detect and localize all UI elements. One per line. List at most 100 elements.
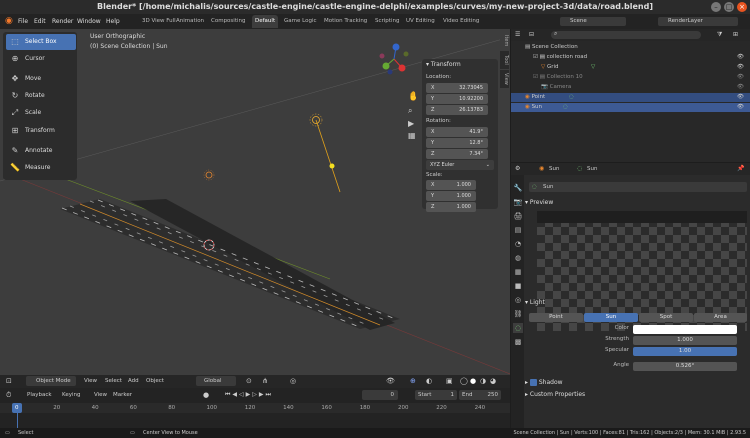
editor-type-icon[interactable]: ⊡ [6,377,12,385]
light-type-point[interactable]: Point [529,313,583,322]
tool-move[interactable]: ✥ Move [6,71,76,87]
light-type-area[interactable]: Area [694,313,747,322]
start-frame-field[interactable]: Start 1 [415,390,457,400]
visibility-icon[interactable]: 👁 [386,377,395,385]
tab-scripting[interactable]: Scripting [372,15,402,28]
tool-select-box[interactable]: ⬚ Select Box [6,34,76,50]
display-mode-icon[interactable]: ⊟ [529,31,534,38]
eye-icon[interactable]: 👁 [737,93,744,102]
object-tab-icon[interactable]: ■ [513,281,523,291]
eye-icon[interactable]: 👁 [737,103,744,112]
menu-object[interactable]: Object [146,378,164,384]
close-icon[interactable]: × [737,2,747,12]
scene-selector[interactable]: Scene [560,17,626,26]
strength-field[interactable]: 1.000 [633,336,737,345]
end-frame-field[interactable]: End 250 [459,390,501,400]
texture-tab-icon[interactable]: ▩ [513,337,523,347]
list-item[interactable]: ☑ ▤ collection road 👁 [511,53,750,62]
record-icon[interactable]: ● [203,391,209,399]
rotation-z-field[interactable]: Z 7.34° [426,149,488,159]
orientation-select[interactable]: Global [196,376,236,386]
tab-item[interactable]: Item [500,32,509,50]
checkbox-icon[interactable]: ☑ [533,74,540,80]
tool-cursor[interactable]: ⊕ Cursor [6,51,76,67]
physics-tab-icon[interactable]: ◎ [513,295,523,305]
transform-header[interactable]: ▾ Transform [426,61,461,68]
gizmo-toggle-icon[interactable]: ⊕ [410,377,416,385]
menu-marker[interactable]: Marker [113,392,132,398]
eye-icon[interactable]: 👁 [737,73,744,82]
menu-keying[interactable]: Keying [62,392,80,398]
tool-scale[interactable]: ⤢ Scale [6,105,76,121]
tab-default[interactable]: Default [252,15,279,28]
scale-y-field[interactable]: Y 1.000 [426,191,476,201]
view-layer-tab-icon[interactable]: ▤ [513,225,523,235]
eye-icon[interactable]: 👁 [737,53,744,62]
menu-file[interactable]: File [18,14,28,29]
preview-section-header[interactable]: ▾ Preview [525,197,747,208]
filter-icon[interactable]: ⧩ [717,31,722,39]
tab-video-editing[interactable]: Video Editing [440,15,482,28]
light-type-spot[interactable]: Spot [639,313,693,322]
tab-game-logic[interactable]: Game Logic [281,15,320,28]
gizmo-y-axis[interactable] [382,62,390,70]
scale-x-field[interactable]: X 1.000 [426,180,476,190]
outliner-editor-icon[interactable]: ☰ [515,31,520,38]
proportional-edit-icon[interactable]: ◎ [290,377,296,385]
camera-view-icon[interactable]: ▶ [408,119,415,128]
snap-icon[interactable]: ⋔ [262,377,268,385]
menu-edit[interactable]: Edit [34,14,46,29]
outliner-root[interactable]: ▤ Scene Collection [511,43,750,52]
tool-rotate[interactable]: ↻ Rotate [6,88,76,104]
world-tab-icon[interactable]: ◍ [513,253,523,263]
constraints-tab-icon[interactable]: ⛓ [513,309,523,319]
eye-icon[interactable]: 👁 [737,83,744,92]
location-z-field[interactable]: Z 26.13783 [426,105,488,115]
menu-window[interactable]: Window [77,14,101,29]
material-shading-icon[interactable]: ◑ [480,377,486,385]
color-swatch[interactable] [633,325,737,334]
point-light-icon[interactable] [203,169,215,181]
tool-measure[interactable]: 📏 Measure [6,160,76,176]
menu-help[interactable]: Help [106,14,120,29]
tab-uv-editing[interactable]: UV Editing [403,15,438,28]
tool-annotate[interactable]: ✎ Annotate [6,143,76,159]
render-tab-icon[interactable]: 📷 [513,197,523,207]
outliner-search-input[interactable]: ⌕ [551,30,701,39]
list-item[interactable]: ◉ Sun ◌ 👁 [511,103,750,112]
rendered-shading-icon[interactable]: ◕ [490,377,496,385]
list-item[interactable]: 📷 Camera 👁 [511,83,750,92]
menu-render[interactable]: Render [52,14,73,29]
tab-motion-tracking[interactable]: Motion Tracking [321,15,370,28]
gizmo-z-axis[interactable] [392,43,400,51]
new-collection-icon[interactable]: ⊞ [733,31,738,38]
collection-tab-icon[interactable]: ▦ [513,267,523,277]
output-tab-icon[interactable]: 🖨 [513,211,523,221]
shadow-checkbox[interactable] [529,379,537,386]
maximize-icon[interactable]: □ [724,2,734,12]
shadow-section-header[interactable]: ▸ Shadow [525,377,747,388]
location-x-field[interactable]: X 32.73045 [426,83,488,93]
light-section-header[interactable]: ▾ Light [525,297,747,308]
tab-view[interactable]: View [500,70,509,88]
specular-field[interactable]: 1.00 [633,347,737,356]
solid-shading-icon[interactable]: ● [470,377,476,385]
tab-tool[interactable]: Tool [500,51,509,69]
gizmo-x-axis[interactable] [398,64,406,72]
data-name-field[interactable]: ◌ Sun [529,182,747,192]
tab-animation[interactable]: Animation [173,15,207,28]
pivot-icon[interactable]: ⊙ [246,377,252,385]
3d-viewport[interactable]: User Orthographic (0) Scene Collection |… [0,29,510,375]
custom-props-section-header[interactable]: ▸ Custom Properties [525,389,747,400]
pin-icon[interactable]: 📌 [737,165,744,172]
scene-tab-icon[interactable]: ◔ [513,239,523,249]
menu-playback[interactable]: Playback [27,392,52,398]
menu-view[interactable]: View [84,378,97,384]
scale-z-field[interactable]: Z 1.000 [426,202,476,212]
current-frame-field[interactable]: 0 [362,390,398,400]
blender-logo-icon[interactable]: ◉ [5,16,13,26]
rotation-y-field[interactable]: Y 12.8° [426,138,488,148]
list-item[interactable]: ▽ Grid ▽ 👁 [511,63,750,72]
render-layer-selector[interactable]: RenderLayer [658,17,738,26]
tool-tab-icon[interactable]: 🔧 [513,183,523,193]
